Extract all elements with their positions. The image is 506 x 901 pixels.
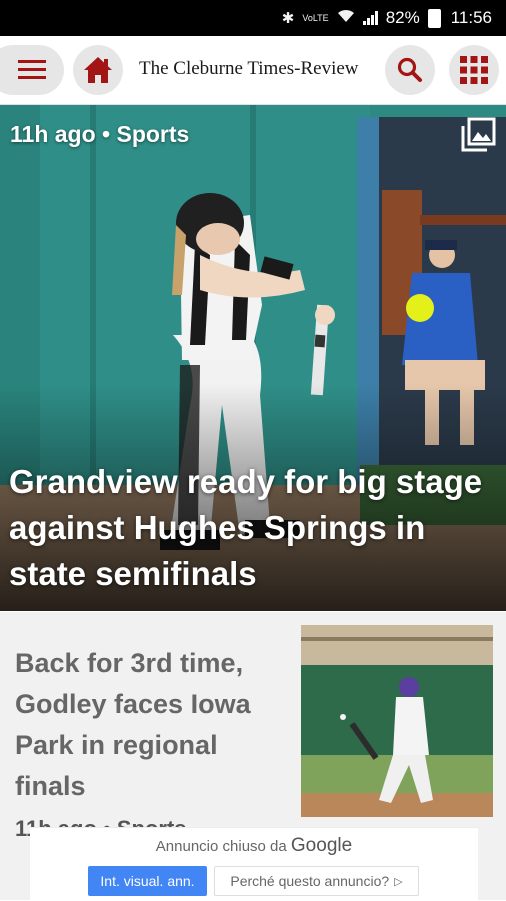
- search-button[interactable]: [385, 45, 435, 95]
- photo-gallery-icon: [461, 117, 496, 152]
- ad-closed-banner: Annuncio chiuso da Google Int. visual. a…: [30, 827, 478, 901]
- why-this-ad-button[interactable]: Perché questo annuncio? ▷: [214, 866, 419, 896]
- battery-percent: 82%: [385, 8, 420, 27]
- ad-caption: Annuncio chiuso da Google: [30, 835, 478, 857]
- clock: 11:56: [450, 8, 492, 27]
- volte-icon: VoLTE: [302, 12, 329, 23]
- ad-caption-text: Annuncio chiuso da: [155, 838, 287, 855]
- menu-button[interactable]: [0, 45, 64, 95]
- story-headline[interactable]: Back for 3rd time, Godley faces Iowa Par…: [15, 643, 285, 807]
- search-icon: [397, 57, 422, 82]
- adchoices-icon: ▷: [394, 875, 403, 888]
- google-logo: Google: [290, 835, 353, 856]
- signal-icon: [362, 11, 378, 25]
- sections-grid-button[interactable]: [449, 45, 499, 95]
- hamburger-menu-icon: [18, 60, 46, 79]
- why-this-ad-label: Perché questo annuncio?: [230, 873, 390, 889]
- site-title[interactable]: The Cleburne Times-Review: [139, 58, 359, 80]
- grid-apps-icon: [460, 56, 488, 84]
- battery-icon: [427, 8, 441, 28]
- hero-story-card[interactable]: 11h ago • Sports Grandview ready for big…: [0, 105, 506, 611]
- wifi-icon: [337, 9, 355, 27]
- app-header: The Cleburne Times-Review: [0, 36, 506, 105]
- story-thumbnail[interactable]: [301, 625, 493, 817]
- home-button[interactable]: [73, 45, 123, 95]
- baseball-batter-thumbnail: [301, 625, 493, 817]
- hero-timestamp-category: 11h ago • Sports: [10, 121, 190, 147]
- bluetooth-icon: ✱: [281, 10, 295, 27]
- hero-headline[interactable]: Grandview ready for big stage against Hu…: [9, 459, 503, 597]
- ad-settings-button[interactable]: Int. visual. ann.: [88, 866, 207, 896]
- home-icon: [84, 57, 112, 83]
- status-bar: ✱ VoLTE 82% 11:56: [0, 0, 506, 36]
